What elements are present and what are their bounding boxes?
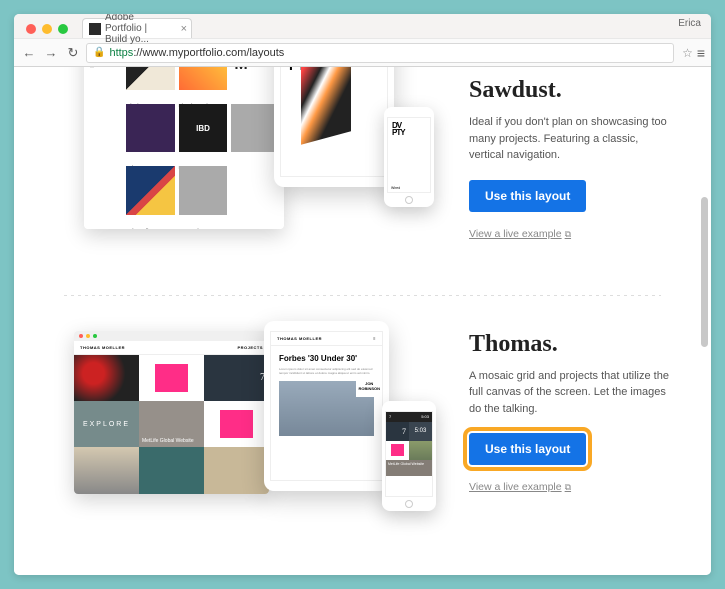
mockup-sidebar: ———— (88, 67, 122, 225)
cell-pink (139, 355, 204, 401)
maximize-window-icon[interactable] (58, 24, 68, 34)
cell-explore: EXPLORE (74, 401, 139, 447)
phone-mockup: 75:03 7 5:03 MetLife Global Website (382, 401, 436, 511)
preview-thomas: THOMAS MOELLER PROJECTS 7 EXPLORE MetLif… (84, 321, 439, 551)
address-bar[interactable]: 🔒 https://www.myportfolio.com/layouts (86, 43, 674, 63)
page-content: ———— Wired Electric Word M Kobe Bryant I… (14, 67, 711, 575)
browser-tab[interactable]: Adobe Portfolio | Build yo... × (82, 18, 192, 38)
minimize-window-icon[interactable] (42, 24, 52, 34)
tile-m: M (231, 67, 280, 100)
cell-car (74, 447, 139, 493)
phone-cell-seven: 7 (386, 422, 409, 441)
phone-cell-metlife: MetLife Global Website (386, 460, 432, 476)
cell-teal (139, 447, 204, 493)
phone-cell-pink (386, 441, 409, 460)
preview-sawdust: ———— Wired Electric Word M Kobe Bryant I… (84, 67, 439, 237)
use-layout-button[interactable]: Use this layout (469, 180, 586, 212)
phone-home-icon (405, 500, 413, 508)
close-window-icon[interactable] (26, 24, 36, 34)
tile-electric: Electric Word (179, 67, 228, 100)
desktop-mockup: ———— Wired Electric Word M Kobe Bryant I… (84, 67, 284, 229)
cell-pink2 (204, 401, 269, 447)
phone-statusbar: 75:03 (386, 412, 432, 422)
cell-beige (204, 447, 269, 493)
brush-graphic-icon (301, 67, 351, 145)
window-controls (20, 18, 68, 34)
close-tab-icon[interactable]: × (181, 23, 187, 35)
phone-home-icon (405, 196, 413, 204)
article-image: JON ROBINSON (279, 381, 374, 436)
desktop-mockup: THOMAS MOELLER PROJECTS 7 EXPLORE MetLif… (74, 331, 269, 494)
url-scheme: https (109, 47, 133, 59)
jon-label: JON ROBINSON (356, 376, 382, 398)
browser-window: Adobe Portfolio | Build yo... × Erica ← … (14, 14, 711, 575)
menu-icon[interactable]: ≡ (697, 45, 705, 61)
external-link-icon: ⧉ (565, 482, 571, 492)
layout-info-sawdust: Sawdust. Ideal if you don't plan on show… (439, 67, 671, 240)
view-example-link[interactable]: View a live example⧉ (469, 481, 671, 493)
url-path: ://www.myportfolio.com/layouts (133, 47, 284, 59)
tile-ibd: IBDFast Company (179, 104, 228, 163)
divider (64, 295, 661, 296)
tile-wired: Wired (126, 67, 175, 100)
layout-description: Ideal if you don't plan on showcasing to… (469, 114, 671, 164)
favicon-icon (89, 23, 101, 35)
layout-sawdust: ———— Wired Electric Word M Kobe Bryant I… (14, 67, 711, 270)
layout-description: A mosaic grid and projects that utilize … (469, 368, 671, 418)
mockup-header: THOMAS MOELLER PROJECTS (74, 341, 269, 355)
cell-seven: 7 (204, 355, 269, 401)
profile-name[interactable]: Erica (678, 18, 701, 29)
tab-title: Adobe Portfolio | Build yo... (105, 14, 169, 45)
tile-kobe: Kobe Bryant (126, 104, 175, 163)
layout-title: Sawdust. (469, 77, 671, 104)
phone-cell-meadow (409, 441, 432, 460)
tile-lemonade: Lemonade (179, 166, 228, 225)
article-title: Forbes '30 Under 30' (271, 346, 382, 367)
layout-thomas: THOMAS MOELLER PROJECTS 7 EXPLORE MetLif… (14, 321, 711, 576)
view-example-link[interactable]: View a live example⧉ (469, 228, 671, 240)
tile-maison: Maison Alice (126, 166, 175, 225)
layout-info-thomas: Thomas. A mosaic grid and projects that … (439, 321, 671, 551)
phone-tile-label: Wired (391, 186, 400, 190)
lock-icon: 🔒 (93, 47, 105, 58)
cell-spiderman (74, 355, 139, 401)
tablet-header: THOMAS MOELLER≡ (271, 332, 382, 346)
reload-button[interactable]: ↻ (64, 44, 82, 62)
bookmark-icon[interactable]: ☆ (682, 46, 693, 60)
tablet-mockup: THOMAS MOELLER≡ Forbes '30 Under 30' Lor… (264, 321, 389, 491)
mockup-titlebar (74, 331, 269, 341)
browser-chrome: Adobe Portfolio | Build yo... × Erica ← … (14, 14, 711, 67)
phone-mockup: DV PTY Wired (384, 107, 434, 207)
external-link-icon: ⧉ (565, 229, 571, 239)
article-body: Lorem ipsum dolor sit amet consectetur a… (271, 367, 382, 375)
back-button[interactable]: ← (20, 44, 38, 62)
tab-row: Adobe Portfolio | Build yo... × Erica (14, 14, 711, 38)
tablet-mockup: DV PTY (274, 67, 394, 187)
forward-button[interactable]: → (42, 44, 60, 62)
use-layout-button[interactable]: Use this layout (469, 433, 586, 465)
tile-gray (231, 104, 280, 163)
hamburger-icon: ≡ (373, 336, 376, 341)
cell-metlife: MetLife Global Website (139, 401, 204, 447)
scrollbar[interactable] (701, 197, 708, 347)
phone-cell-clock: 5:03 (409, 422, 432, 441)
phone-headline: DV PTY (392, 122, 405, 136)
layout-title: Thomas. (469, 331, 671, 358)
